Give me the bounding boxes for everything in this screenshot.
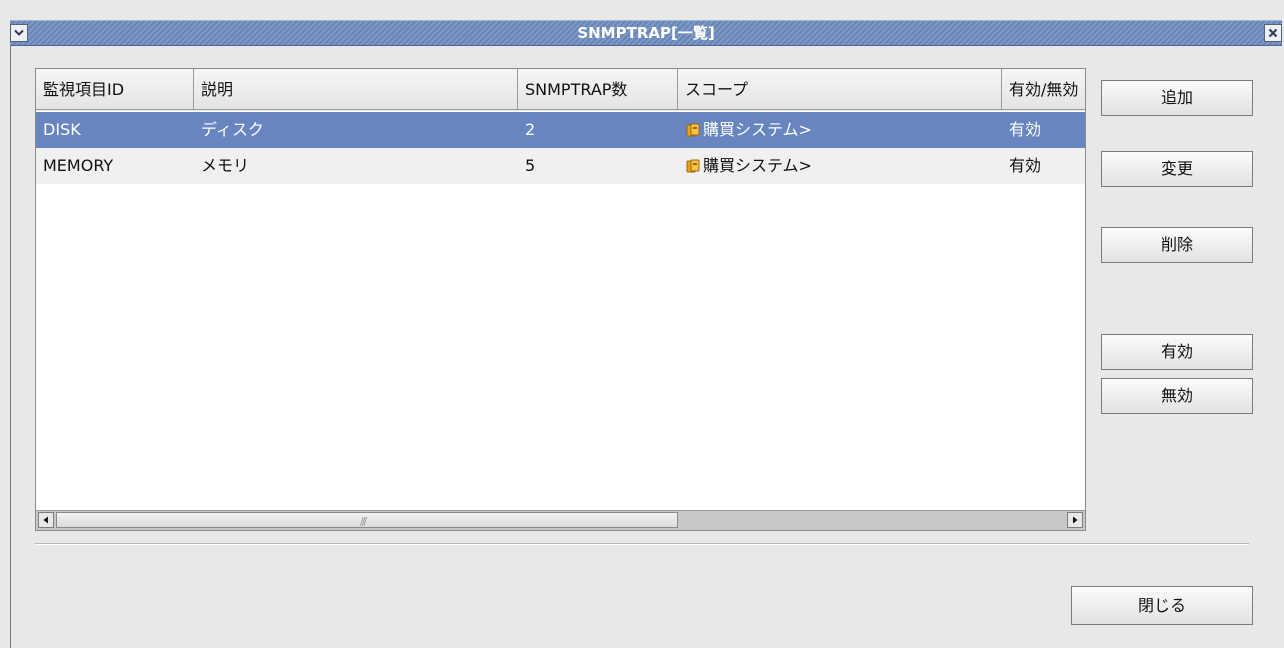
horizontal-scrollbar[interactable]: /// [36, 510, 1085, 530]
scroll-right-button[interactable] [1067, 512, 1083, 528]
cell-description: ディスク [201, 120, 264, 139]
close-button[interactable]: 閉じる [1071, 586, 1253, 625]
grip-icon: /// [360, 515, 367, 528]
window-close-button[interactable] [1264, 24, 1282, 42]
column-header-monitor-id[interactable]: 監視項目ID [36, 69, 194, 110]
arrow-left-icon [43, 516, 48, 524]
cell-description: メモリ [201, 156, 250, 175]
cell-monitor-id: MEMORY [43, 156, 114, 175]
window-frame [10, 46, 11, 648]
close-icon [1268, 28, 1278, 38]
scope-label: 購買システム> [703, 120, 812, 139]
separator [35, 543, 1249, 545]
enable-button[interactable]: 有効 [1101, 334, 1253, 370]
cell-snmptrap-count: 2 [525, 120, 536, 139]
snmptrap-list-window: SNMPTRAP[一覧] 監視項目ID 説明 SNMPTRAP数 スコープ 有効… [0, 0, 1284, 648]
column-header-snmptrap-count[interactable]: SNMPTRAP数 [518, 69, 678, 110]
monitor-table[interactable]: 監視項目ID 説明 SNMPTRAP数 スコープ 有効/無効 DISK ディスク… [35, 68, 1086, 531]
column-header-scope[interactable]: スコープ [678, 69, 1002, 110]
cell-valid: 有効 [1009, 156, 1042, 175]
arrow-right-icon [1073, 516, 1078, 524]
cell-scope: 購買システム> [678, 148, 1002, 184]
cell-scope: 購買システム> [678, 112, 1002, 148]
table-row[interactable]: MEMORY メモリ 5 購買システム> 有効 [36, 148, 1085, 184]
add-button[interactable]: 追加 [1101, 80, 1253, 116]
modify-button[interactable]: 変更 [1101, 151, 1253, 187]
cell-valid: 有効 [1009, 120, 1042, 139]
scrollbar-thumb[interactable]: /// [56, 512, 678, 528]
table-header: 監視項目ID 説明 SNMPTRAP数 スコープ 有効/無効 [36, 69, 1085, 111]
cell-monitor-id: DISK [43, 120, 81, 139]
delete-button[interactable]: 削除 [1101, 227, 1253, 263]
title-bar[interactable]: SNMPTRAP[一覧] [10, 20, 1282, 46]
scope-label: 購買システム> [703, 156, 812, 175]
cell-snmptrap-count: 5 [525, 156, 536, 175]
table-row[interactable]: DISK ディスク 2 購買システム> 有効 [36, 112, 1085, 148]
folder-node-icon [686, 123, 700, 137]
window-title: SNMPTRAP[一覧] [577, 24, 715, 42]
disable-button[interactable]: 無効 [1101, 378, 1253, 414]
column-header-valid[interactable]: 有効/無効 [1002, 69, 1085, 110]
folder-node-icon [686, 159, 700, 173]
column-header-description[interactable]: 説明 [194, 69, 518, 110]
scroll-left-button[interactable] [38, 512, 54, 528]
